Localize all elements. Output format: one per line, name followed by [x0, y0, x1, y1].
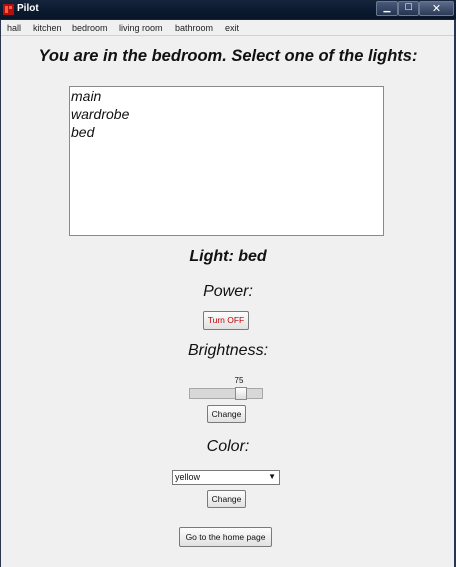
- chevron-down-icon: ▼: [268, 472, 276, 481]
- app-icon: [3, 4, 14, 15]
- color-select-value: yellow: [175, 472, 201, 482]
- title-bar[interactable]: Pilot ▁ ☐ ✕: [0, 0, 456, 20]
- lights-listbox[interactable]: main wardrobe bed: [69, 86, 384, 236]
- brightness-slider[interactable]: [189, 387, 263, 400]
- power-label: Power:: [203, 283, 253, 300]
- home-page-button[interactable]: Go to the home page: [179, 527, 272, 547]
- color-change-button[interactable]: Change: [207, 490, 246, 508]
- menu-item-kitchen[interactable]: kitchen: [33, 23, 62, 33]
- window-title: Pilot: [17, 3, 39, 14]
- brightness-label: Brightness:: [187, 342, 269, 359]
- color-select[interactable]: yellow ▼: [172, 470, 280, 485]
- menu-item-bedroom[interactable]: bedroom: [72, 23, 108, 33]
- menu-item-exit[interactable]: exit: [225, 23, 239, 33]
- menu-item-living-room[interactable]: living room: [119, 23, 163, 33]
- menu-item-bathroom[interactable]: bathroom: [175, 23, 213, 33]
- list-item-wardrobe[interactable]: wardrobe: [70, 105, 383, 123]
- menu-bar: hall kitchen bedroom living room bathroo…: [0, 21, 456, 36]
- selected-light-heading: Light: bed: [189, 248, 267, 265]
- list-item-main[interactable]: main: [70, 87, 383, 105]
- minimize-button[interactable]: ▁: [376, 1, 398, 16]
- brightness-value: 75: [234, 376, 244, 385]
- list-item-bed[interactable]: bed: [70, 123, 383, 141]
- power-toggle-button[interactable]: Turn OFF: [203, 311, 249, 330]
- menu-item-hall[interactable]: hall: [7, 23, 21, 33]
- maximize-button[interactable]: ☐: [398, 1, 419, 16]
- brightness-change-button[interactable]: Change: [207, 405, 246, 423]
- brightness-slider-thumb[interactable]: [235, 387, 247, 400]
- page-title: You are in the bedroom. Select one of th…: [38, 47, 418, 65]
- color-label: Color:: [206, 438, 250, 455]
- close-button[interactable]: ✕: [419, 1, 454, 16]
